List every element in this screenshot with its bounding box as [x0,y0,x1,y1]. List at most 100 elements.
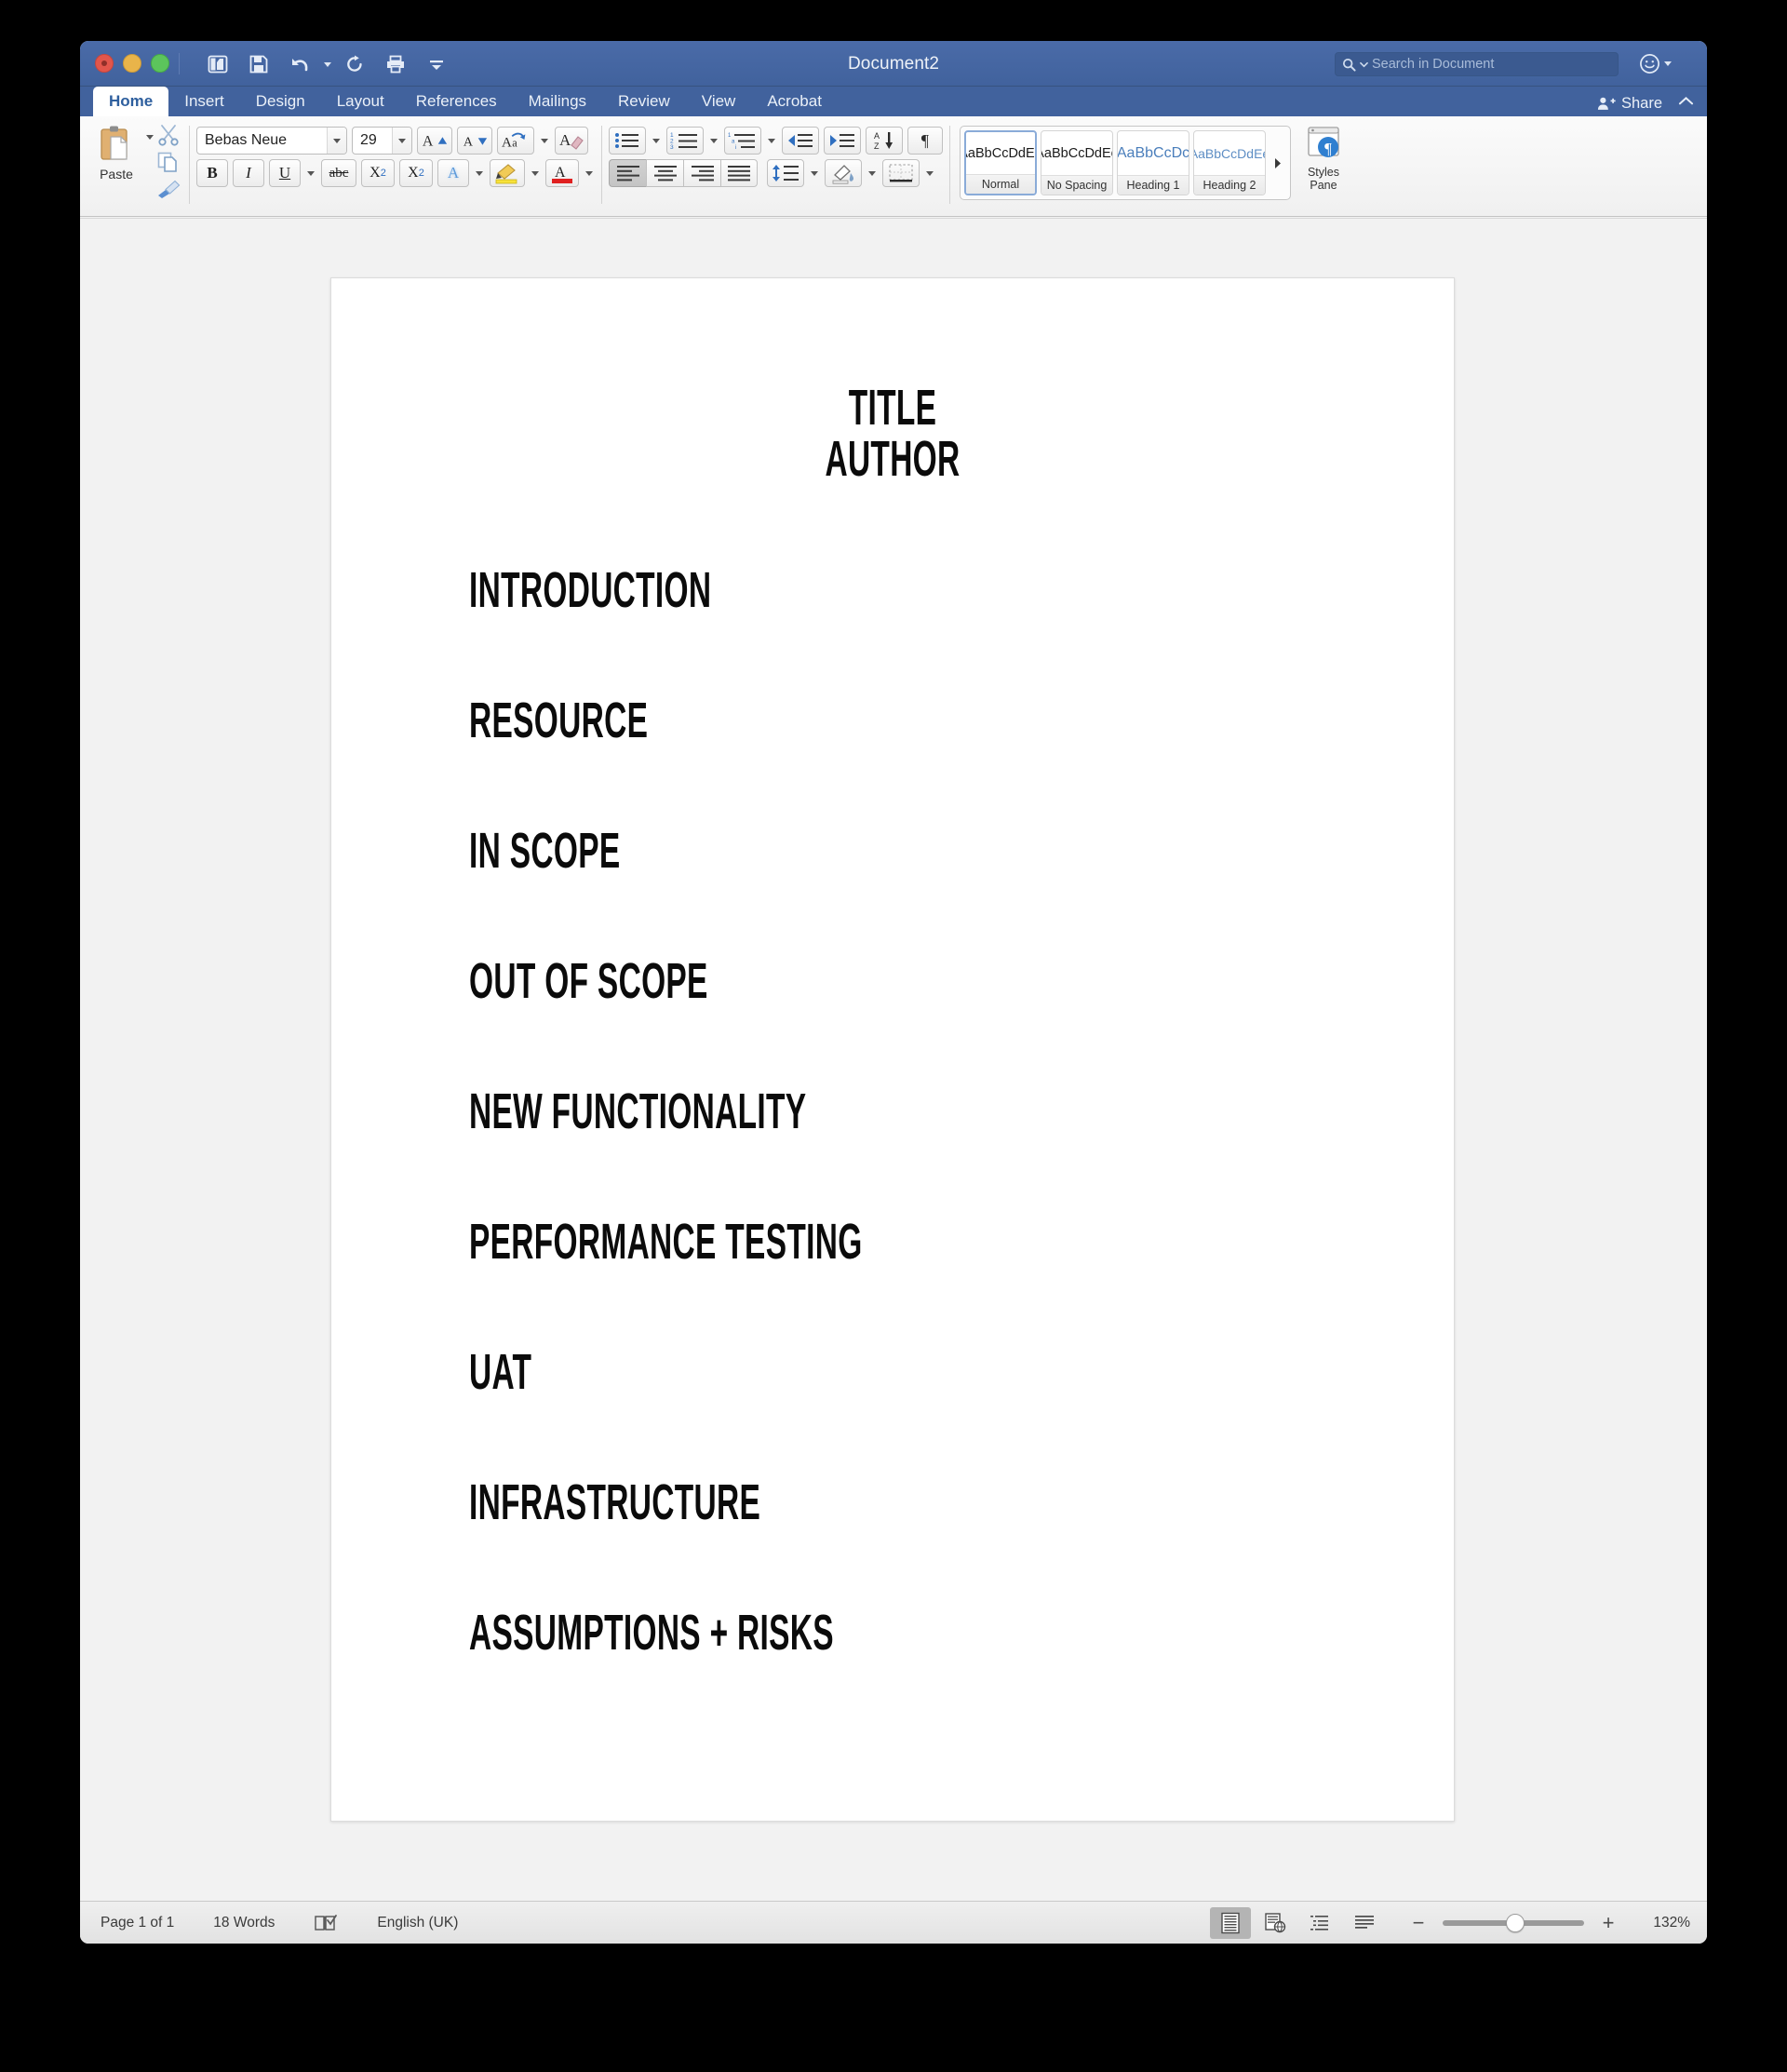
bullets-button[interactable] [609,127,646,155]
grow-font-button[interactable]: A [417,127,452,155]
tab-view[interactable]: View [686,87,752,116]
tab-layout[interactable]: Layout [321,87,400,116]
change-case-dropdown-icon[interactable] [541,138,548,143]
sort-button[interactable]: A Z [866,127,903,155]
tab-insert[interactable]: Insert [168,87,240,116]
bold-button[interactable]: B [196,159,228,187]
font-family-combo[interactable]: Bebas Neue [196,127,347,155]
align-right-button[interactable] [683,159,720,187]
search-input[interactable] [1372,57,1611,72]
ribbon-tab-bar: Home Insert Design Layout References Mai… [80,87,1707,116]
language-indicator[interactable]: English (UK) [377,1915,458,1931]
style-normal[interactable]: AaBbCcDdEe Normal [964,130,1037,195]
outline-view-icon [1310,1915,1328,1931]
highlight-dropdown-icon[interactable] [531,170,539,176]
multilevel-dropdown-icon[interactable] [768,138,775,143]
font-size-value: 29 [360,132,377,148]
document-canvas[interactable]: TITLE AUTHOR INTRODUCTION RESOURCE IN SC… [80,218,1707,1901]
italic-button[interactable]: I [233,159,264,187]
collapse-ribbon-icon[interactable] [1678,94,1694,111]
justify-button[interactable] [720,159,758,187]
svg-text:a: a [512,137,517,150]
font-color-dropdown-icon[interactable] [585,170,593,176]
borders-icon [889,164,913,182]
clear-formatting-button[interactable]: A [555,127,588,155]
print-layout-view-button[interactable] [1210,1906,1251,1939]
subscript-button[interactable]: X2 [361,159,395,187]
numbered-list-icon: 1 2 3 [670,132,697,150]
document-body[interactable]: TITLE AUTHOR INTRODUCTION RESOURCE IN SC… [331,382,1454,1658]
paste-dropdown-icon[interactable] [146,135,154,140]
font-size-dropdown-icon[interactable] [392,128,411,154]
highlight-color-button[interactable] [490,159,525,187]
tab-design[interactable]: Design [240,87,321,116]
doc-heading-uat: UAT [469,1344,532,1401]
line-spacing-button[interactable] [767,159,804,187]
underline-button[interactable]: U [269,159,301,187]
cut-button[interactable] [156,124,182,151]
search-box[interactable] [1335,52,1619,76]
share-button[interactable]: Share [1597,95,1662,113]
tab-acrobat[interactable]: Acrobat [751,87,838,116]
tab-home[interactable]: Home [93,87,169,116]
zoom-slider[interactable] [1443,1913,1584,1933]
tab-mailings[interactable]: Mailings [513,87,602,116]
borders-dropdown-icon[interactable] [926,170,934,176]
show-formatting-marks-button[interactable]: ¶ [907,127,943,155]
page-indicator[interactable]: Page 1 of 1 [101,1915,174,1931]
format-painter-button[interactable] [156,178,182,205]
text-effects-button[interactable]: A [437,159,469,187]
strikethrough-button[interactable]: abc [321,159,356,187]
align-left-button[interactable] [609,159,646,187]
feedback-dropdown-icon[interactable] [1664,61,1672,66]
increase-indent-button[interactable] [824,127,861,155]
line-spacing-dropdown-icon[interactable] [811,170,818,176]
doc-heading-performance-testing: PERFORMANCE TESTING [469,1214,863,1271]
doc-heading-introduction: INTRODUCTION [469,562,712,619]
shrink-font-button[interactable]: A [457,127,492,155]
shading-button[interactable] [825,159,862,187]
paste-button[interactable]: Paste [87,122,146,182]
multilevel-list-icon: 1 a i [728,133,755,150]
borders-button[interactable] [882,159,920,187]
shading-dropdown-icon[interactable] [868,170,876,176]
web-layout-view-button[interactable] [1255,1907,1296,1939]
zoom-controls: − + 132% [1407,1912,1690,1933]
align-center-button[interactable] [646,159,683,187]
tab-review[interactable]: Review [602,87,686,116]
change-case-button[interactable]: A a [497,127,534,155]
font-color-button[interactable]: A [545,159,579,187]
numbering-dropdown-icon[interactable] [710,138,718,143]
draft-view-button[interactable] [1344,1907,1385,1939]
word-count[interactable]: 18 Words [213,1915,275,1931]
underline-dropdown-icon[interactable] [307,170,315,176]
tab-references[interactable]: References [400,87,513,116]
font-family-dropdown-icon[interactable] [327,128,346,154]
document-page[interactable]: TITLE AUTHOR INTRODUCTION RESOURCE IN SC… [330,277,1455,1822]
bullets-dropdown-icon[interactable] [652,138,660,143]
style-no-spacing-preview: AaBbCcDdEe [1041,145,1112,161]
multilevel-list-button[interactable]: 1 a i [724,127,761,155]
styles-pane-button[interactable]: ¶ Styles Pane [1291,122,1356,193]
chevron-right-icon [1275,157,1281,168]
decrease-indent-button[interactable] [782,127,819,155]
proofing-icon[interactable] [314,1913,338,1933]
copy-button[interactable] [156,151,182,178]
zoom-percentage[interactable]: 132% [1632,1915,1690,1931]
style-heading-1[interactable]: AaBbCcDc Heading 1 [1117,130,1189,195]
feedback-menu[interactable] [1639,53,1672,74]
search-scope-chevron-icon [1360,61,1368,67]
bullet-list-icon [615,133,638,148]
styles-more-button[interactable] [1268,157,1288,169]
doc-heading-in-scope: IN SCOPE [469,823,621,880]
superscript-button[interactable]: X2 [399,159,433,187]
zoom-out-button[interactable]: − [1407,1912,1430,1933]
zoom-slider-thumb[interactable] [1506,1913,1525,1932]
font-size-combo[interactable]: 29 [352,127,412,155]
text-effects-dropdown-icon[interactable] [476,170,483,176]
outline-view-button[interactable] [1299,1907,1340,1939]
numbering-button[interactable]: 1 2 3 [666,127,704,155]
style-heading-2[interactable]: AaBbCcDdEe Heading 2 [1193,130,1266,195]
style-no-spacing[interactable]: AaBbCcDdEe No Spacing [1041,130,1113,195]
zoom-in-button[interactable]: + [1597,1912,1619,1933]
